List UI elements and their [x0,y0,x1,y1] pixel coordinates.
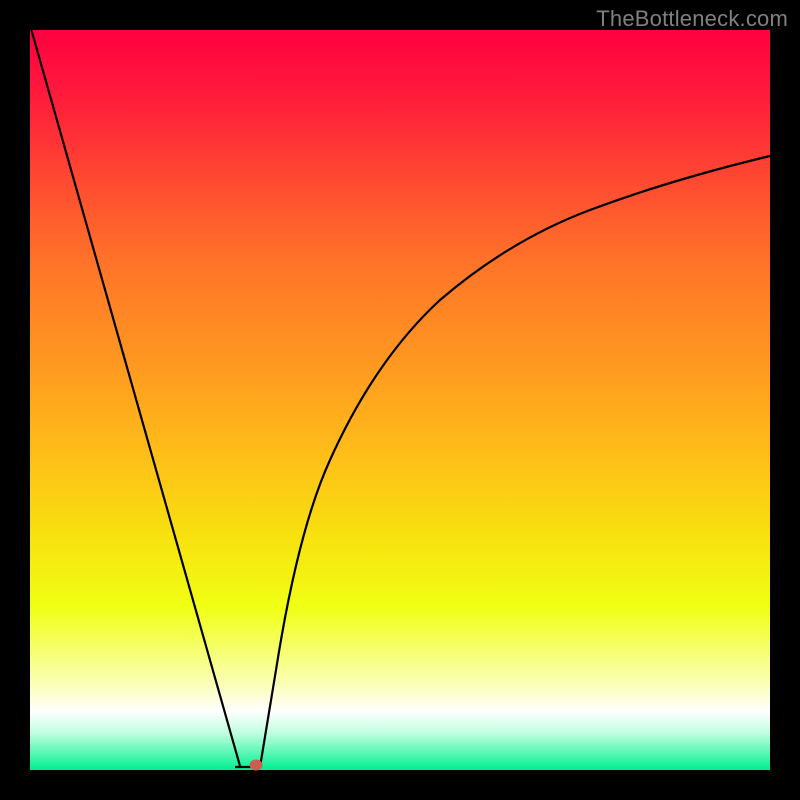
watermark-text: TheBottleneck.com [596,6,788,32]
plot-area [30,30,770,770]
curve-right-branch [260,156,770,767]
curve-svg [30,30,770,770]
chart-frame: TheBottleneck.com [0,0,800,800]
optimal-point-marker [250,760,263,771]
curve-left-branch [30,25,240,766]
